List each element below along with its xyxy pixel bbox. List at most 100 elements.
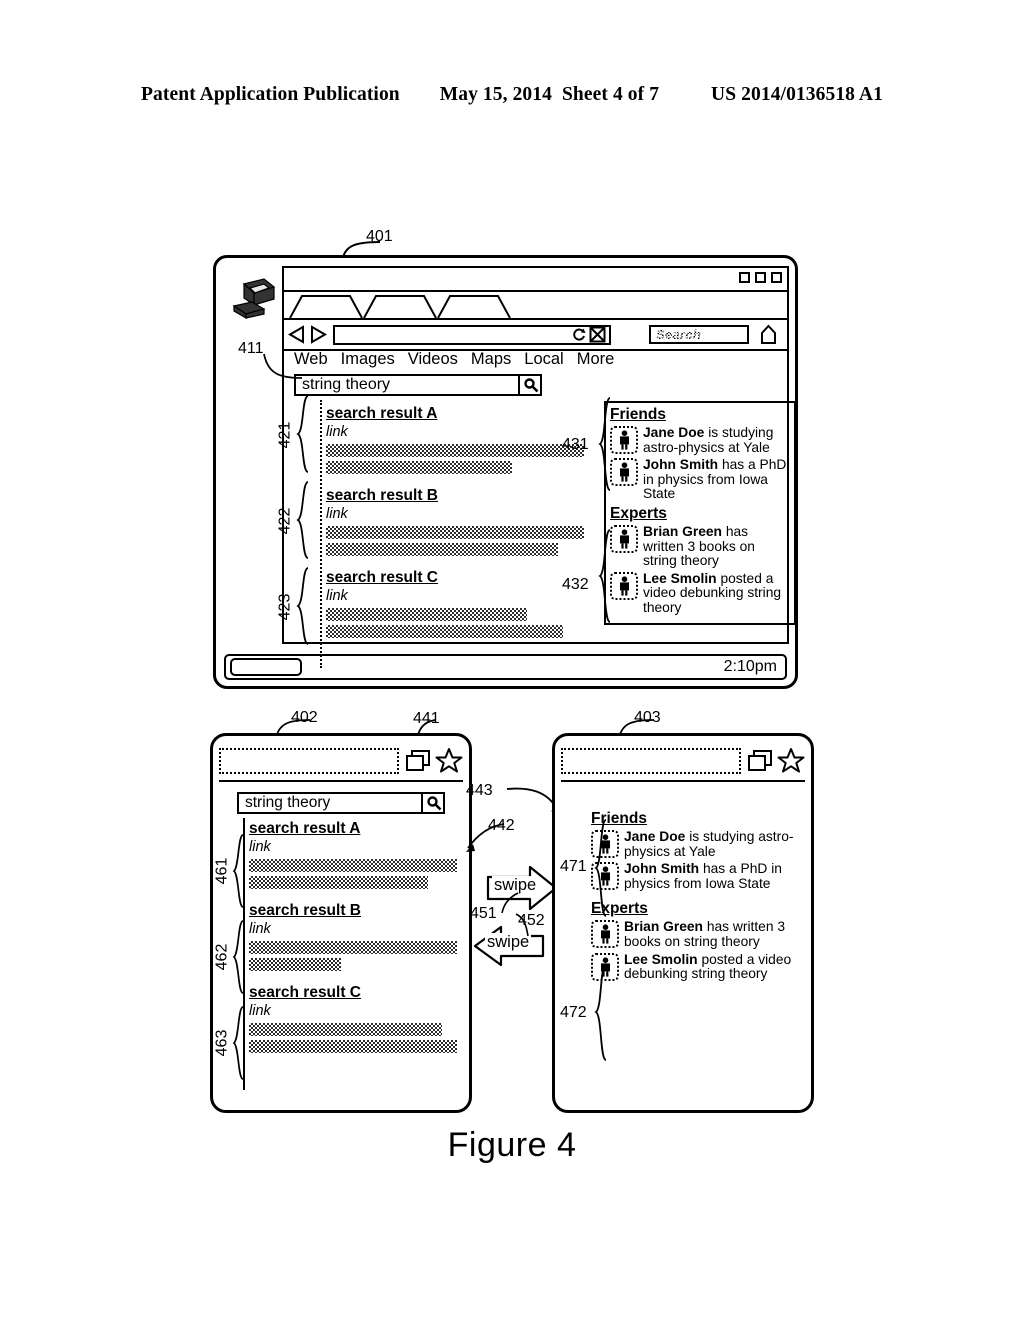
social-item[interactable]: Lee Smolin posted a video debunking stri… (591, 952, 797, 982)
window-controls[interactable] (739, 272, 782, 283)
nav-link-more[interactable]: More (577, 350, 615, 369)
brace-423 (296, 567, 309, 645)
browser-search-placeholder: Search (656, 327, 702, 342)
result-snippet-bar (326, 543, 559, 556)
search-result-item[interactable]: search result A link (326, 405, 584, 474)
maximize-button[interactable] (755, 272, 766, 283)
result-snippet-bar (326, 625, 564, 638)
result-title[interactable]: search result B (326, 487, 584, 505)
result-snippet-bar (326, 444, 584, 457)
tabs-icon[interactable] (747, 749, 774, 773)
browser-search-input[interactable]: Search (649, 325, 749, 344)
nav-link-local[interactable]: Local (524, 350, 563, 369)
social-item-text: Brian Green has written 3 books on strin… (624, 920, 797, 949)
start-button[interactable] (230, 658, 302, 676)
magnifier-icon[interactable] (421, 792, 445, 814)
social-person-name[interactable]: Brian Green (624, 919, 703, 935)
ref-label-441: 441 (413, 710, 440, 727)
tab-3[interactable] (437, 295, 511, 318)
figure-caption: Figure 4 (447, 1126, 577, 1164)
social-person-name[interactable]: Jane Doe (643, 425, 704, 440)
social-person-name[interactable]: Jane Doe (624, 829, 685, 844)
social-group-heading: Friends (591, 810, 647, 827)
result-title[interactable]: search result A (326, 405, 584, 423)
nav-link-maps[interactable]: Maps (471, 350, 511, 369)
social-item-text: Brian Green has written 3 books on strin… (643, 524, 790, 569)
star-icon[interactable] (435, 747, 463, 775)
social-group-experts: Experts Brian Green has written 3 books … (610, 505, 790, 616)
result-snippet-bar (249, 958, 341, 971)
stop-icon[interactable] (589, 326, 606, 343)
search-result-item[interactable]: search result C link (249, 984, 457, 1053)
ref-label-411: 411 (238, 340, 264, 357)
nav-link-images[interactable]: Images (341, 350, 395, 369)
search-result-item[interactable]: search result B link (326, 487, 584, 556)
back-arrow-icon[interactable] (287, 324, 306, 345)
publication-header-date: May 15, 2014 (439, 84, 552, 105)
result-link[interactable]: link (249, 839, 457, 855)
social-item-text: Lee Smolin posted a video debunking stri… (624, 952, 797, 982)
social-person-name[interactable]: John Smith (624, 861, 699, 876)
ref-label-421: 421 (276, 421, 294, 449)
social-person-name[interactable]: John Smith (643, 457, 718, 472)
url-input[interactable] (333, 324, 611, 345)
result-link[interactable]: link (249, 921, 457, 937)
brace-471 (594, 819, 607, 917)
star-icon[interactable] (777, 747, 805, 775)
social-person-name[interactable]: Lee Smolin (643, 571, 717, 586)
tab-1[interactable] (289, 295, 363, 318)
minimize-button[interactable] (739, 272, 750, 283)
home-icon[interactable] (760, 324, 777, 345)
result-snippet-bar (249, 859, 457, 872)
social-item-text: John Smith has a PhD in physics from Iow… (624, 861, 797, 891)
social-person-name[interactable]: Brian Green (643, 524, 722, 539)
social-item-text: Jane Doe is studying astro-physics at Ya… (643, 425, 790, 455)
social-item[interactable]: Jane Doe is studying astro-physics at Ya… (610, 425, 790, 455)
result-title[interactable]: search result C (326, 569, 584, 587)
search-result-item[interactable]: search result B link (249, 902, 457, 971)
social-item[interactable]: Jane Doe is studying astro-physics at Ya… (591, 829, 797, 859)
mobile-url-input[interactable] (561, 748, 741, 774)
result-link[interactable]: link (326, 506, 584, 522)
ref-label-461: 461 (213, 857, 231, 885)
social-item[interactable]: John Smith has a PhD in physics from Iow… (591, 861, 797, 891)
magnifier-icon[interactable] (518, 374, 542, 396)
browser-tabstrip[interactable] (284, 292, 787, 320)
search-result-item[interactable]: search result A link (249, 820, 457, 889)
social-group-heading: Experts (610, 504, 667, 522)
brace-463 (232, 1006, 244, 1080)
social-item-text: Lee Smolin posted a video debunking stri… (643, 571, 790, 616)
person-icon (610, 426, 638, 454)
social-item[interactable]: Brian Green has written 3 books on strin… (591, 920, 797, 949)
ref-label-442: 442 (488, 817, 515, 834)
result-title[interactable]: search result C (249, 984, 457, 1002)
mobile-search-query-input[interactable]: string theory (237, 792, 445, 814)
ref-label-403: 403 (634, 709, 661, 726)
browser-titlebar (284, 268, 787, 292)
social-item[interactable]: Brian Green has written 3 books on strin… (610, 524, 790, 569)
social-person-name[interactable]: Lee Smolin (624, 952, 698, 967)
browser-navbar: Search (284, 320, 787, 351)
close-button[interactable] (771, 272, 782, 283)
search-vertical-nav[interactable]: Web Images Videos Maps Local More (294, 350, 614, 369)
ref-label-451: 451 (470, 905, 497, 922)
result-link[interactable]: link (326, 424, 584, 440)
search-query-input[interactable]: string theory (294, 374, 542, 396)
result-link[interactable]: link (249, 1003, 457, 1019)
nav-link-videos[interactable]: Videos (408, 350, 458, 369)
result-title[interactable]: search result B (249, 902, 457, 920)
social-item[interactable]: John Smith has a PhD in physics from Iow… (610, 457, 790, 502)
mobile-url-input[interactable] (219, 748, 399, 774)
mobile-search-results-list: search result A link search result B lin… (249, 820, 457, 1066)
result-title[interactable]: search result A (249, 820, 457, 838)
reload-icon[interactable] (571, 327, 587, 343)
tabs-icon[interactable] (405, 749, 432, 773)
forward-arrow-icon[interactable] (309, 324, 328, 345)
social-item[interactable]: Lee Smolin posted a video debunking stri… (610, 571, 790, 616)
browser-tabs[interactable] (288, 292, 538, 318)
search-result-item[interactable]: search result C link (326, 569, 584, 638)
tab-2[interactable] (363, 295, 437, 318)
result-link[interactable]: link (326, 588, 584, 604)
mobile-browser-bar (561, 742, 805, 782)
ref-label-402: 402 (291, 709, 318, 726)
